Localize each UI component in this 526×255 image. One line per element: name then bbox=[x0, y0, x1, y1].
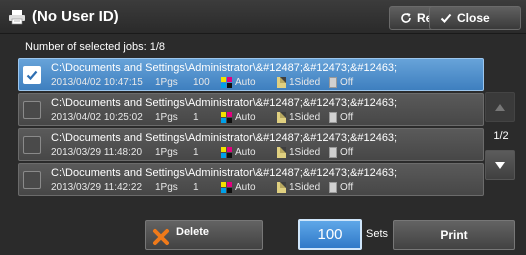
job-sided: 1Sided bbox=[277, 77, 329, 88]
staple-icon bbox=[329, 112, 337, 123]
close-button[interactable]: Close bbox=[429, 6, 521, 30]
job-staple: Off bbox=[329, 112, 353, 123]
job-timestamp: 2013/04/02 10:25:02 bbox=[51, 112, 143, 123]
job-pages: 1Pgs bbox=[155, 112, 178, 123]
staple-label: Off bbox=[340, 77, 354, 88]
print-button[interactable]: Print bbox=[393, 220, 515, 250]
job-details: 2013/04/02 10:25:02 1Pgs 1 Auto 1Sided O… bbox=[51, 112, 353, 123]
job-details: 2013/03/29 11:42:22 1Pgs 1 Auto 1Sided O… bbox=[51, 182, 353, 193]
x-icon bbox=[153, 229, 169, 245]
job-copies: 100 bbox=[193, 77, 210, 88]
document-icon bbox=[277, 77, 286, 88]
job-timestamp: 2013/03/29 11:48:20 bbox=[51, 147, 143, 158]
delete-button[interactable]: Delete bbox=[145, 220, 263, 250]
staple-label: Off bbox=[340, 147, 354, 158]
job-row[interactable]: C:\Documents and Settings\Administrator\… bbox=[18, 128, 484, 161]
job-timestamp: 2013/04/02 10:47:15 bbox=[51, 77, 143, 88]
sets-label: Sets bbox=[366, 228, 389, 240]
job-path: C:\Documents and Settings\Administrator\… bbox=[51, 97, 398, 109]
staple-icon bbox=[329, 77, 337, 88]
sets-value: 100 bbox=[317, 226, 343, 243]
sets-quantity-field[interactable]: 100 bbox=[298, 219, 362, 250]
job-details: 2013/04/02 10:47:15 1Pgs 100 Auto 1Sided… bbox=[51, 77, 353, 88]
list-scrollbar: 1/2 bbox=[485, 92, 517, 180]
delete-label: Delete bbox=[176, 226, 210, 238]
job-checkbox[interactable] bbox=[23, 101, 41, 119]
job-timestamp: 2013/03/29 11:42:22 bbox=[51, 182, 143, 193]
job-path: C:\Documents and Settings\Administrator\… bbox=[51, 132, 398, 144]
staple-label: Off bbox=[340, 182, 354, 193]
job-row[interactable]: C:\Documents and Settings\Administrator\… bbox=[18, 163, 484, 196]
staple-icon bbox=[329, 147, 337, 158]
job-staple: Off bbox=[329, 182, 353, 193]
selected-jobs-count: Number of selected jobs: 1/8 bbox=[25, 41, 166, 53]
job-sided: 1Sided bbox=[277, 112, 329, 123]
job-copies: 1 bbox=[193, 112, 199, 123]
job-pages: 1Pgs bbox=[155, 182, 178, 193]
scroll-down-button[interactable] bbox=[485, 150, 515, 180]
color-mode-icon bbox=[221, 112, 232, 123]
job-copies: 1 bbox=[193, 147, 199, 158]
title-bar: (No User ID) Refresh Close bbox=[0, 0, 526, 34]
document-icon bbox=[277, 112, 286, 123]
scroll-up-button[interactable] bbox=[485, 92, 515, 122]
color-mode-label: Auto bbox=[235, 182, 256, 193]
job-path: C:\Documents and Settings\Administrator\… bbox=[51, 167, 398, 179]
triangle-up-icon bbox=[495, 103, 505, 111]
job-staple: Off bbox=[329, 77, 353, 88]
page-title: (No User ID) bbox=[8, 8, 119, 25]
job-checkbox[interactable] bbox=[23, 171, 41, 189]
sided-label: 1Sided bbox=[289, 147, 321, 158]
close-label: Close bbox=[457, 11, 490, 25]
job-checkbox[interactable] bbox=[23, 66, 41, 84]
sided-label: 1Sided bbox=[289, 112, 321, 123]
check-icon bbox=[26, 70, 38, 81]
print-label: Print bbox=[440, 228, 468, 242]
job-list: C:\Documents and Settings\Administrator\… bbox=[18, 58, 484, 198]
job-pages: 1Pgs bbox=[155, 147, 178, 158]
job-checkbox[interactable] bbox=[23, 136, 41, 154]
color-mode-label: Auto bbox=[235, 112, 256, 123]
job-row[interactable]: C:\Documents and Settings\Administrator\… bbox=[18, 93, 484, 126]
job-color-mode: Auto bbox=[221, 77, 277, 88]
job-staple: Off bbox=[329, 147, 353, 158]
check-icon bbox=[440, 13, 452, 23]
job-path: C:\Documents and Settings\Administrator\… bbox=[51, 62, 398, 74]
job-sided: 1Sided bbox=[277, 182, 329, 193]
job-sided: 1Sided bbox=[277, 147, 329, 158]
job-color-mode: Auto bbox=[221, 147, 277, 158]
job-copies: 1 bbox=[193, 182, 199, 193]
document-icon bbox=[277, 147, 286, 158]
title-text: (No User ID) bbox=[32, 8, 119, 25]
printer-icon bbox=[9, 9, 25, 24]
triangle-down-icon bbox=[495, 161, 505, 169]
color-mode-icon bbox=[221, 147, 232, 158]
document-icon bbox=[277, 182, 286, 193]
refresh-icon bbox=[401, 13, 411, 23]
page-indicator: 1/2 bbox=[493, 130, 509, 142]
job-color-mode: Auto bbox=[221, 182, 277, 193]
color-mode-icon bbox=[221, 182, 232, 193]
job-row[interactable]: C:\Documents and Settings\Administrator\… bbox=[18, 58, 484, 91]
job-pages: 1Pgs bbox=[155, 77, 178, 88]
color-mode-label: Auto bbox=[235, 147, 256, 158]
sided-label: 1Sided bbox=[289, 77, 321, 88]
color-mode-icon bbox=[221, 77, 232, 88]
job-details: 2013/03/29 11:48:20 1Pgs 1 Auto 1Sided O… bbox=[51, 147, 353, 158]
staple-label: Off bbox=[340, 112, 354, 123]
staple-icon bbox=[329, 182, 337, 193]
sided-label: 1Sided bbox=[289, 182, 321, 193]
job-color-mode: Auto bbox=[221, 112, 277, 123]
color-mode-label: Auto bbox=[235, 77, 256, 88]
